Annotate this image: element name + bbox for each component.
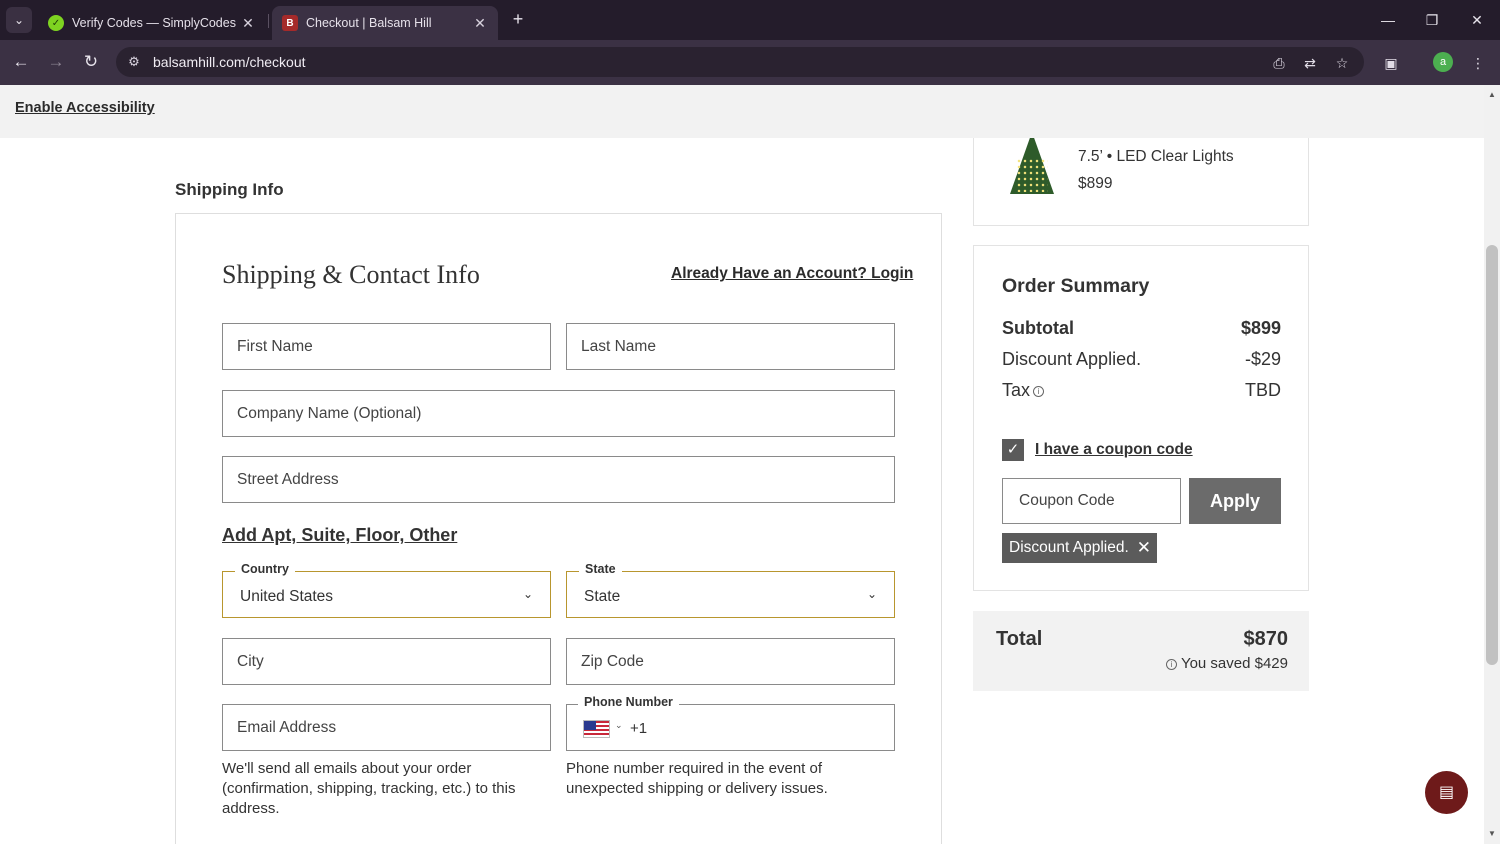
discount-chip-text: Discount Applied.: [1009, 539, 1129, 556]
state-select[interactable]: State State ⌄: [566, 562, 895, 618]
chevron-down-icon: ⌄: [866, 587, 878, 601]
total-card: [973, 611, 1309, 691]
tab-simplycodes[interactable]: ✓ Verify Codes — SimplyCodes ✕: [38, 6, 266, 40]
add-apt-suite-link[interactable]: Add Apt, Suite, Floor, Other: [222, 525, 457, 546]
email-help-text: We'll send all emails about your order (…: [222, 760, 516, 817]
zip-code-input[interactable]: [566, 638, 895, 685]
login-link[interactable]: Already Have an Account? Login: [671, 265, 913, 283]
first-name-input[interactable]: [222, 323, 551, 370]
product-price: $899: [1078, 175, 1113, 192]
scrollbar-thumb[interactable]: [1486, 245, 1498, 665]
coupon-checkbox-label[interactable]: I have a coupon code: [1035, 441, 1193, 459]
savings-text: You saved $429: [1180, 655, 1288, 672]
christmas-tree-image: [1002, 138, 1062, 198]
discount-applied-chip: Discount Applied. ✕: [1002, 533, 1157, 563]
url-text[interactable]: balsamhill.com/checkout: [153, 54, 306, 70]
close-icon[interactable]: ✕: [472, 15, 488, 32]
total-label: Total: [996, 628, 1043, 650]
state-label: State: [579, 562, 622, 576]
total-value: $870: [1243, 628, 1289, 650]
install-app-icon[interactable]: ⎙: [1268, 52, 1290, 74]
us-flag-icon[interactable]: [583, 720, 610, 738]
form-heading: Shipping & Contact Info: [222, 260, 480, 289]
email-address-input[interactable]: [222, 704, 551, 751]
site-info-icon[interactable]: ⚙: [124, 52, 144, 72]
kebab-menu-icon[interactable]: ⋮: [1467, 52, 1489, 74]
coupon-code-input[interactable]: [1002, 478, 1181, 524]
tab-separator: [268, 14, 269, 28]
phone-help-text: Phone number required in the event of un…: [566, 760, 828, 797]
remove-discount-close-icon[interactable]: ✕: [1137, 538, 1151, 558]
tab-title: Verify Codes — SimplyCodes: [72, 16, 236, 30]
info-icon[interactable]: i: [1033, 385, 1045, 397]
tax-row: Tax i TBD: [1002, 380, 1281, 404]
profile-avatar[interactable]: a: [1433, 52, 1453, 72]
section-title: Shipping Info: [175, 180, 284, 199]
tax-value: TBD: [1245, 380, 1281, 400]
translate-icon[interactable]: ⇄: [1299, 52, 1321, 74]
phone-number-label: Phone Number: [578, 695, 679, 709]
close-icon[interactable]: ✕: [240, 15, 256, 32]
enable-accessibility-link[interactable]: Enable Accessibility: [15, 100, 155, 116]
country-select[interactable]: Country United States ⌄: [222, 562, 551, 618]
info-icon[interactable]: i: [1165, 658, 1177, 670]
last-name-input[interactable]: [566, 323, 895, 370]
scroll-down-arrow-icon[interactable]: ▼: [1484, 827, 1500, 841]
minimize-icon[interactable]: —: [1376, 8, 1400, 32]
apply-coupon-button[interactable]: Apply: [1189, 478, 1281, 524]
back-arrow-icon[interactable]: ←: [9, 50, 33, 74]
tax-label: Tax: [1002, 380, 1031, 400]
country-label: Country: [235, 562, 295, 576]
forward-arrow-icon[interactable]: →: [44, 50, 68, 74]
phone-country-code: +1: [630, 720, 648, 737]
subtotal-value: $899: [1240, 318, 1281, 338]
product-variant: 7.5’ • LED Clear Lights: [1078, 148, 1234, 165]
discount-value: -$29: [1244, 349, 1281, 369]
simplycodes-favicon-icon: ✓: [48, 15, 64, 31]
order-summary-title: Order Summary: [1002, 275, 1150, 297]
restore-icon[interactable]: ❐: [1420, 8, 1444, 32]
savings-note: i You saved $429: [1165, 655, 1288, 672]
extensions-puzzle-icon[interactable]: ▣: [1380, 52, 1402, 74]
street-address-input[interactable]: [222, 456, 895, 503]
discount-label: Discount Applied.: [1002, 349, 1142, 369]
new-tab-plus-icon[interactable]: +: [508, 9, 528, 29]
city-input[interactable]: [222, 638, 551, 685]
chevron-down-icon[interactable]: ⌄: [615, 720, 623, 731]
balsamhill-favicon-icon: B: [282, 15, 298, 31]
window-close-icon[interactable]: ✕: [1465, 8, 1489, 32]
coupon-checkbox[interactable]: ✓: [1002, 439, 1024, 461]
chat-bubble-icon[interactable]: ▤: [1425, 771, 1468, 814]
discount-row: Discount Applied. -$29: [1002, 349, 1281, 373]
subtotal-label: Subtotal: [1002, 318, 1074, 338]
scroll-up-arrow-icon[interactable]: ▲: [1484, 88, 1500, 102]
tab-title: Checkout | Balsam Hill: [306, 16, 432, 30]
phone-number-field[interactable]: Phone Number ⌄ +1: [566, 695, 895, 751]
tab-balsamhill-checkout[interactable]: B Checkout | Balsam Hill ✕: [272, 6, 498, 40]
state-value: State: [584, 588, 621, 605]
accessibility-bar: [0, 85, 1484, 138]
company-name-input[interactable]: [222, 390, 895, 437]
tax-label-group: Tax i: [1002, 380, 1045, 401]
reload-icon[interactable]: ↻: [79, 50, 103, 74]
chevron-down-icon: ⌄: [522, 587, 534, 601]
subtotal-row: Subtotal $899: [1002, 318, 1281, 342]
country-value: United States: [240, 588, 334, 605]
tab-search-chevron-icon[interactable]: ⌄: [6, 7, 32, 33]
bookmark-star-icon[interactable]: ☆: [1331, 52, 1353, 74]
